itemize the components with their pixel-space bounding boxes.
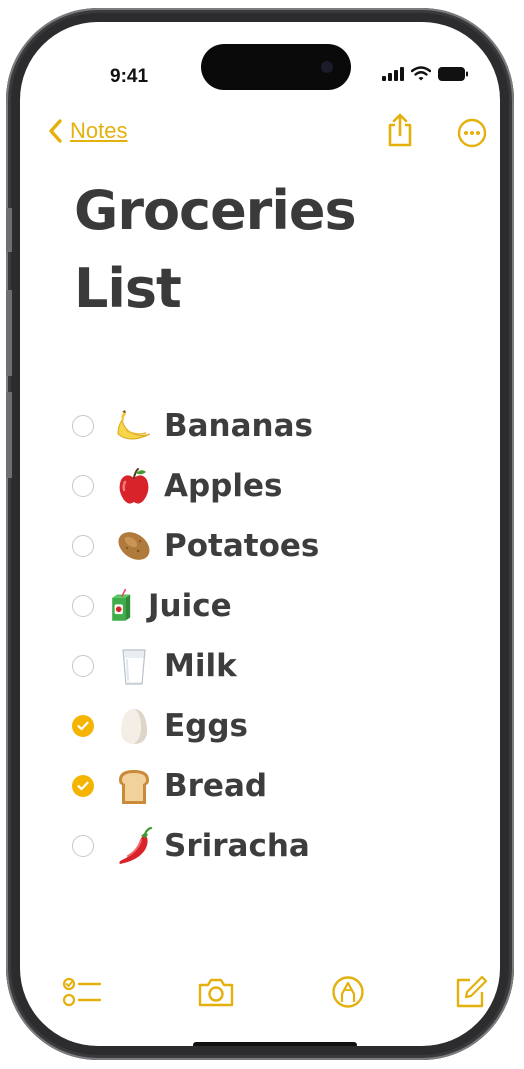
checklist-item-label: Sriracha (164, 828, 310, 864)
checklist-item-label: Juice (148, 588, 232, 624)
checkmark-icon (77, 721, 89, 731)
checkbox-unchecked[interactable] (72, 835, 94, 857)
checklist-item[interactable]: Juice (72, 576, 319, 636)
glass-of-milk-icon (122, 649, 146, 685)
home-indicator[interactable] (193, 1042, 357, 1046)
battery-icon (438, 66, 468, 81)
bread-icon (119, 770, 149, 804)
checklist-item[interactable]: Bananas (72, 396, 319, 456)
checkbox-checked[interactable] (72, 775, 94, 797)
markup-button[interactable] (330, 975, 366, 1014)
checklist-item-label: Milk (164, 648, 237, 684)
checkmark-icon (77, 781, 89, 791)
camera-icon (198, 978, 234, 1007)
wifi-icon (411, 66, 431, 81)
banana-icon (117, 410, 151, 440)
checkbox-unchecked[interactable] (72, 475, 94, 497)
checkbox-unchecked[interactable] (72, 655, 94, 677)
front-camera (321, 61, 333, 73)
checklist-item[interactable]: Apples (72, 456, 319, 516)
back-button[interactable]: Notes (48, 118, 127, 144)
checklist-item[interactable]: Eggs (72, 696, 319, 756)
status-time: 9:41 (110, 66, 149, 87)
checklist-item[interactable]: Sriracha (72, 816, 319, 876)
checklist: Bananas Apples Potatoes Juice Milk Eggs … (72, 396, 319, 876)
cellular-signal-icon (382, 66, 404, 81)
checklist-icon (62, 977, 102, 1007)
checkbox-checked[interactable] (72, 715, 94, 737)
note-title[interactable]: Groceries List (74, 172, 474, 328)
checklist-item-label: Eggs (164, 708, 249, 744)
hot-pepper-icon (119, 826, 153, 864)
chevron-left-icon (49, 119, 62, 143)
compose-icon (456, 975, 488, 1008)
checklist-item-label: Apples (164, 468, 283, 504)
checklist-item-label: Bread (164, 768, 268, 804)
red-apple-icon (119, 468, 149, 504)
checklist-item[interactable]: Potatoes (72, 516, 319, 576)
camera-button[interactable] (196, 975, 236, 1014)
markup-pen-icon (332, 976, 364, 1008)
potato-icon (118, 532, 150, 560)
phone-frame: 9:41 Notes Groceries List Bananas Apples… (6, 8, 514, 1060)
checklist-item[interactable]: Bread (72, 756, 319, 816)
compose-button[interactable] (452, 975, 488, 1014)
volume-up-button (6, 290, 12, 376)
share-icon (388, 113, 412, 147)
juice-box-icon (112, 588, 131, 621)
back-label: Notes (70, 118, 128, 143)
dynamic-island (201, 44, 351, 90)
screen: 9:41 Notes Groceries List Bananas Apples… (20, 22, 500, 1046)
checkbox-unchecked[interactable] (72, 535, 94, 557)
share-button[interactable] (386, 113, 414, 152)
checklist-item[interactable]: Milk (72, 636, 319, 696)
action-button (6, 208, 12, 252)
checklist-item-label: Potatoes (164, 528, 320, 564)
note-title-line-1: Groceries (74, 179, 357, 242)
checklist-item-label: Bananas (164, 408, 313, 444)
more-button[interactable] (457, 118, 487, 153)
volume-down-button (6, 392, 12, 478)
status-icons (382, 66, 468, 81)
egg-icon (120, 709, 148, 744)
ellipsis-circle-icon (457, 118, 487, 148)
checkbox-unchecked[interactable] (72, 415, 94, 437)
checkbox-unchecked[interactable] (72, 595, 94, 617)
checklist-button[interactable] (62, 975, 102, 1014)
note-title-line-2: List (74, 257, 182, 320)
